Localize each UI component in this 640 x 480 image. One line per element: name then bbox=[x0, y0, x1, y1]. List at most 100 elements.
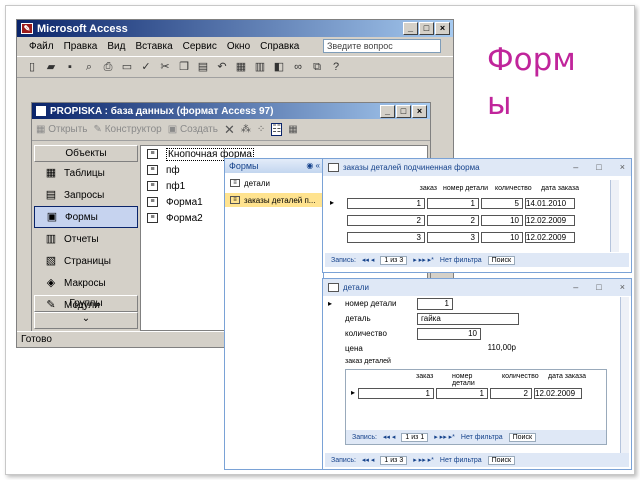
design-button[interactable]: ✎ Конструктор bbox=[94, 124, 162, 135]
details-icon[interactable]: ▦ bbox=[288, 124, 297, 135]
cell[interactable]: 2 bbox=[490, 387, 532, 399]
form-icon: ≡ bbox=[147, 181, 158, 191]
db-minimize-button[interactable]: _ bbox=[380, 105, 395, 118]
nav-item-orders[interactable]: ≡ заказы деталей п... bbox=[225, 193, 323, 207]
large-icons-icon[interactable]: ⁂ bbox=[241, 124, 251, 135]
menu-edit[interactable]: Правка bbox=[64, 41, 98, 52]
record-selector[interactable]: ▸ bbox=[325, 298, 335, 310]
create-button[interactable]: ▣ Создать bbox=[168, 124, 218, 135]
print-icon[interactable]: ⎙ bbox=[101, 60, 115, 74]
object-item[interactable]: ▦ Таблицы bbox=[34, 162, 138, 184]
min-button[interactable]: – bbox=[573, 159, 578, 176]
cell[interactable]: 2 bbox=[347, 214, 425, 226]
sub-search-box[interactable]: Поиск bbox=[508, 432, 537, 442]
object-item[interactable]: ▧ Страницы bbox=[34, 250, 138, 272]
cell[interactable]: 12.02.2009 bbox=[525, 231, 575, 243]
record-selector[interactable] bbox=[327, 231, 337, 243]
max-button[interactable]: □ bbox=[596, 279, 601, 296]
menu-file[interactable]: Файл bbox=[29, 41, 54, 52]
form-icon: ≡ bbox=[230, 196, 240, 204]
ask-question-input[interactable]: Зведите вопрос bbox=[323, 39, 441, 53]
code-icon[interactable]: ◧ bbox=[272, 60, 286, 74]
db-close-button[interactable]: × bbox=[412, 105, 427, 118]
cell[interactable]: 10 bbox=[481, 231, 523, 243]
main-filter-indicator[interactable]: Нет фильтра bbox=[440, 457, 482, 464]
menu-view[interactable]: Вид bbox=[107, 41, 125, 52]
undo-icon[interactable]: ↶ bbox=[215, 60, 229, 74]
properties-icon[interactable]: ∞ bbox=[291, 60, 305, 74]
analyze-icon[interactable]: ▥ bbox=[253, 60, 267, 74]
cell[interactable]: 1 bbox=[358, 387, 434, 399]
menu-help[interactable]: Справка bbox=[260, 41, 299, 52]
field-value[interactable]: 1 bbox=[417, 298, 453, 310]
record-position[interactable]: 1 из 3 bbox=[380, 255, 408, 265]
close-button[interactable]: × bbox=[620, 279, 625, 296]
db-title: PROPISKA : база данных (формат Access 97… bbox=[50, 105, 274, 117]
main-search-box[interactable]: Поиск bbox=[487, 455, 516, 465]
search-box[interactable]: Поиск bbox=[487, 255, 516, 265]
cell[interactable]: 12.02.2009 bbox=[525, 214, 575, 226]
object-item[interactable]: ▤ Запросы bbox=[34, 184, 138, 206]
field-value[interactable]: 110,00р bbox=[417, 343, 519, 355]
office-links-icon[interactable]: ▦ bbox=[234, 60, 248, 74]
vertical-scrollbar[interactable] bbox=[620, 297, 629, 453]
sub-record-position[interactable]: 1 из 1 bbox=[401, 432, 429, 442]
paste-icon[interactable]: ▤ bbox=[196, 60, 210, 74]
cell[interactable]: 1 bbox=[427, 197, 479, 209]
record-selector[interactable] bbox=[327, 214, 337, 226]
cell[interactable]: 14.01.2010 bbox=[525, 197, 575, 209]
save-icon[interactable]: ▪ bbox=[63, 60, 77, 74]
object-item[interactable]: ▣ Формы bbox=[34, 206, 138, 228]
field-value[interactable]: гайка bbox=[417, 313, 519, 325]
vertical-scrollbar[interactable] bbox=[610, 180, 619, 252]
open-icon[interactable]: ▰ bbox=[44, 60, 58, 74]
max-button[interactable]: □ bbox=[596, 159, 601, 176]
groups-header[interactable]: Группы bbox=[34, 295, 138, 312]
help-icon[interactable]: ? bbox=[329, 60, 343, 74]
db-maximize-button[interactable]: □ bbox=[396, 105, 411, 118]
list-icon[interactable]: ☷ bbox=[271, 123, 283, 136]
small-icons-icon[interactable]: ⁘ bbox=[257, 124, 265, 135]
close-button[interactable]: × bbox=[620, 159, 625, 176]
min-button[interactable]: – bbox=[573, 279, 578, 296]
table-row: 1 1 5 14.01.2010 bbox=[347, 197, 577, 209]
maximize-button[interactable]: □ bbox=[419, 22, 434, 35]
menu-window[interactable]: Окно bbox=[227, 41, 250, 52]
db-titlebar: PROPISKA : база данных (формат Access 97… bbox=[32, 103, 430, 119]
new-icon[interactable]: ▯ bbox=[25, 60, 39, 74]
objects-header[interactable]: Объекты bbox=[34, 145, 138, 162]
cell[interactable]: 1 bbox=[347, 197, 425, 209]
main-record-position[interactable]: 1 из 3 bbox=[380, 455, 408, 465]
menu-tools[interactable]: Сервис bbox=[183, 41, 217, 52]
minimize-button[interactable]: _ bbox=[403, 22, 418, 35]
expand-groups-button[interactable]: ⌄ bbox=[34, 312, 138, 329]
menu-insert[interactable]: Вставка bbox=[135, 41, 172, 52]
cell[interactable]: 3 bbox=[427, 231, 479, 243]
filter-indicator[interactable]: Нет фильтра bbox=[440, 257, 482, 264]
close-button[interactable]: × bbox=[435, 22, 450, 35]
cell[interactable]: 2 bbox=[427, 214, 479, 226]
sub-filter-indicator[interactable]: Нет фильтра bbox=[461, 434, 503, 441]
sub-record-selector[interactable]: ▸ bbox=[348, 387, 358, 399]
nav-item-details[interactable]: ≡ детали bbox=[225, 176, 323, 190]
object-item[interactable]: ◈ Макросы bbox=[34, 272, 138, 294]
cut-icon[interactable]: ✂ bbox=[158, 60, 172, 74]
relationships-icon[interactable]: ⧉ bbox=[310, 60, 324, 74]
object-item[interactable]: ▥ Отчеты bbox=[34, 228, 138, 250]
spell-icon[interactable]: ✓ bbox=[139, 60, 153, 74]
cell[interactable]: 1 bbox=[436, 387, 488, 399]
copy-icon[interactable]: ❐ bbox=[177, 60, 191, 74]
preview-icon[interactable]: ▭ bbox=[120, 60, 134, 74]
cell[interactable]: 10 bbox=[481, 214, 523, 226]
form-icon: ≡ bbox=[230, 179, 240, 187]
search-icon[interactable]: ⌕ bbox=[82, 60, 96, 74]
delete-icon[interactable]: ✕ bbox=[224, 122, 235, 138]
cell[interactable]: 12.02.2009 bbox=[534, 387, 582, 399]
nav-collapse-icon[interactable]: ◉ « bbox=[306, 159, 320, 173]
field-value[interactable]: 10 bbox=[417, 328, 481, 340]
cell[interactable]: 5 bbox=[481, 197, 523, 209]
nav-header[interactable]: Формы ◉ « bbox=[225, 159, 323, 173]
record-selector[interactable]: ▸ bbox=[327, 197, 337, 209]
open-button[interactable]: ▦ Открыть bbox=[36, 124, 88, 135]
cell[interactable]: 3 bbox=[347, 231, 425, 243]
